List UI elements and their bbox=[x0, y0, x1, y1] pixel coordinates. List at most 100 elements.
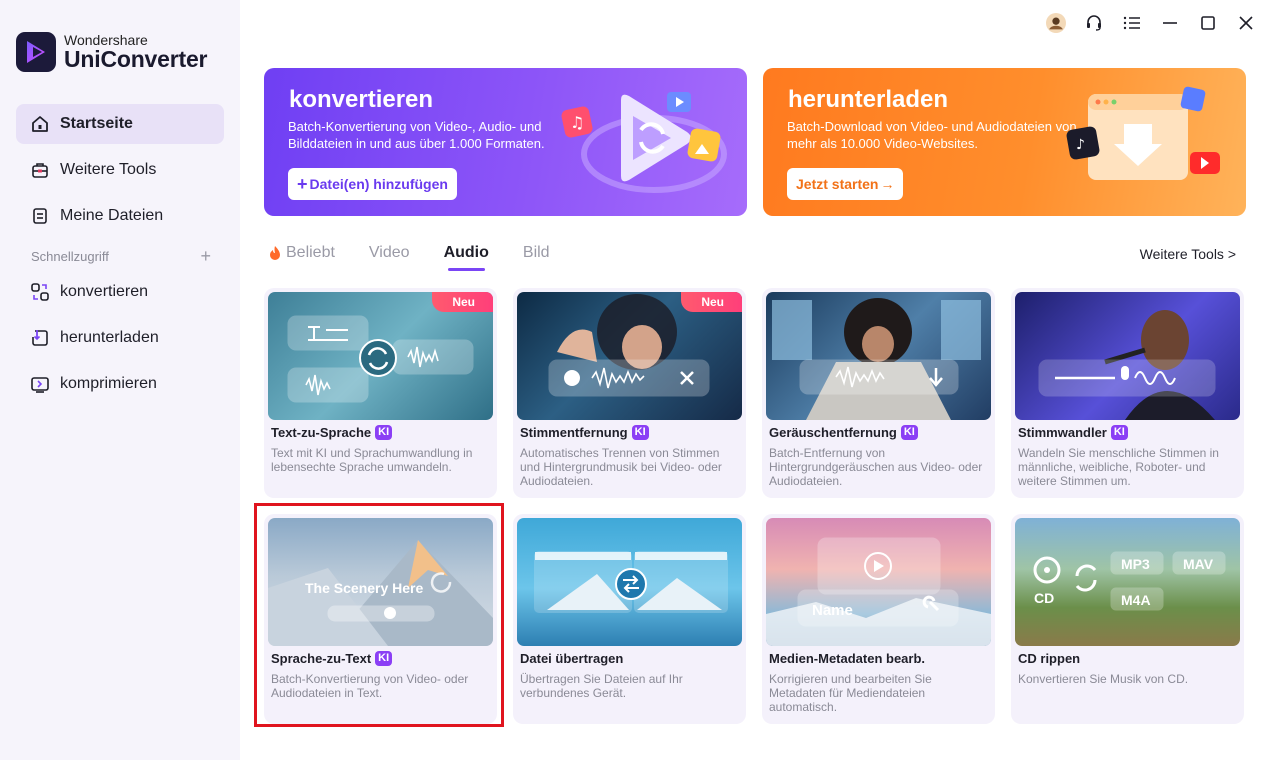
svg-text:♫: ♫ bbox=[570, 113, 584, 132]
card-title-text: Sprache-zu-Text bbox=[271, 651, 372, 666]
ki-badge: KI bbox=[375, 651, 393, 666]
mav-label: MAV bbox=[1183, 556, 1214, 572]
card-title-text: Geräuschentfernung bbox=[769, 425, 897, 440]
m4a-label: M4A bbox=[1121, 592, 1151, 608]
card-title-text: Stimmwandler bbox=[1018, 425, 1107, 440]
sidebar-item-startseite[interactable]: Startseite bbox=[16, 104, 224, 144]
sidebar-item-komprimieren[interactable]: komprimieren bbox=[16, 364, 224, 404]
card-voice-removal[interactable]: Neu Stimmentfernung KI Automatisches Tren… bbox=[513, 288, 746, 498]
card-title-text: CD rippen bbox=[1018, 651, 1081, 666]
tab-label: Video bbox=[368, 244, 410, 261]
file-icon bbox=[30, 206, 50, 226]
tab-label: Audio bbox=[443, 244, 489, 261]
sidebar-item-label: komprimieren bbox=[60, 375, 157, 392]
card-thumbnail: Name bbox=[766, 518, 991, 646]
ki-badge: KI bbox=[900, 425, 918, 440]
fire-icon bbox=[268, 245, 282, 261]
sidebar-item-label: Weitere Tools bbox=[60, 161, 157, 178]
sidebar-item-weitere-tools[interactable]: Weitere Tools bbox=[16, 150, 224, 190]
sidebar-item-label: Meine Dateien bbox=[60, 207, 164, 224]
card-media-metadata[interactable]: Name Medien-Metadaten bearb. Korrigieren… bbox=[762, 514, 995, 724]
tab-audio[interactable]: Audio bbox=[443, 244, 489, 271]
card-description: Batch-Entfernung von Hintergrundgeräusch… bbox=[769, 446, 983, 488]
ki-badge: KI bbox=[1110, 425, 1128, 440]
sidebar-item-konvertieren[interactable]: konvertieren bbox=[16, 272, 224, 312]
toolbox-icon bbox=[30, 160, 50, 180]
convert-banner[interactable]: konvertieren Batch-Konvertierung von Vid… bbox=[264, 68, 747, 216]
download-banner-text: Batch-Download von Video- und Audiodatei… bbox=[787, 119, 1077, 151]
card-voice-changer[interactable]: Stimmwandler KI Wandeln Sie menschliche S… bbox=[1011, 288, 1244, 498]
card-title: Stimmwandler KI bbox=[1018, 425, 1128, 440]
more-tools-link[interactable]: Weitere Tools > bbox=[1140, 246, 1236, 262]
sidebar: Wondershare UniConverter Startseite Weit… bbox=[0, 0, 240, 760]
card-text-to-speech[interactable]: Neu Text-zu-Sprache KI Text mit KI und Sp… bbox=[264, 288, 497, 498]
home-icon bbox=[30, 114, 50, 134]
mp3-label: MP3 bbox=[1121, 556, 1150, 572]
sidebar-item-label: konvertieren bbox=[60, 283, 149, 300]
arrow-right-icon: → bbox=[880, 176, 895, 192]
card-thumbnail: The Scenery Here bbox=[268, 518, 493, 646]
card-cd-rip[interactable]: CD MP3 MAV M4A CD rippen Konvertieren Si… bbox=[1011, 514, 1244, 724]
uniconverter-logo-icon bbox=[16, 32, 56, 72]
card-description: Automatisches Trennen von Stimmen und Hi… bbox=[520, 446, 722, 488]
add-files-button[interactable]: + Datei(en) hinzufügen bbox=[288, 168, 457, 200]
cd-label: CD bbox=[1034, 590, 1055, 606]
card-title: Stimmentfernung KI bbox=[520, 425, 649, 440]
card-title-text: Stimmentfernung bbox=[520, 425, 628, 440]
card-description: Konvertieren Sie Musik von CD. bbox=[1018, 672, 1189, 686]
tab-video[interactable]: Video bbox=[369, 244, 410, 262]
card-title: Text-zu-Sprache KI bbox=[271, 425, 393, 440]
tab-beliebt[interactable]: Beliebt bbox=[268, 244, 335, 262]
card-title: Geräuschentfernung KI bbox=[769, 425, 918, 440]
category-tabs: Beliebt Video Audio Bild bbox=[268, 244, 584, 271]
avatar[interactable] bbox=[1046, 12, 1066, 34]
download-icon bbox=[30, 328, 50, 348]
card-thumbnail bbox=[766, 292, 991, 420]
tab-bild[interactable]: Bild bbox=[523, 244, 550, 262]
card-title: Medien-Metadaten bearb. bbox=[769, 651, 925, 666]
convert-banner-title: konvertieren bbox=[289, 86, 434, 113]
new-badge: Neu bbox=[432, 292, 493, 312]
card-title-text: Medien-Metadaten bearb. bbox=[769, 651, 926, 666]
sidebar-item-meine-dateien[interactable]: Meine Dateien bbox=[16, 196, 224, 236]
card-title-text: Datei übertragen bbox=[520, 651, 624, 666]
plus-icon: + bbox=[297, 173, 308, 194]
card-thumbnail: CD MP3 MAV M4A bbox=[1015, 518, 1240, 646]
minimize-icon[interactable] bbox=[1160, 12, 1180, 34]
tab-label: Bild bbox=[522, 244, 550, 261]
convert-banner-text: Batch-Konvertierung von Video-, Audio- u… bbox=[288, 119, 545, 151]
convert-icon bbox=[30, 282, 50, 302]
brand-top: Wondershare bbox=[64, 32, 148, 48]
quick-access-header: Schnellzugriff + bbox=[31, 247, 211, 265]
brand-name: UniConverter bbox=[64, 46, 208, 72]
card-title-text: Text-zu-Sprache bbox=[271, 425, 372, 440]
tab-label: Beliebt bbox=[286, 244, 335, 261]
download-banner[interactable]: herunterladen Batch-Download von Video- … bbox=[763, 68, 1246, 216]
card-thumbnail bbox=[1015, 292, 1240, 420]
card-description: Wandeln Sie menschliche Stimmen in männl… bbox=[1018, 446, 1219, 488]
card-title: CD rippen bbox=[1018, 651, 1080, 666]
headset-icon[interactable] bbox=[1084, 12, 1104, 34]
new-badge: Neu bbox=[681, 292, 742, 312]
thumbnail-caption: The Scenery Here bbox=[305, 580, 424, 596]
card-title: Datei übertragen bbox=[520, 651, 623, 666]
card-speech-to-text[interactable]: The Scenery Here Sprache-zu-Text KI Batch… bbox=[264, 514, 497, 724]
card-description: Korrigieren und bearbeiten Sie Metadaten… bbox=[769, 672, 932, 714]
ki-badge: KI bbox=[631, 425, 649, 440]
card-title: Sprache-zu-Text KI bbox=[271, 651, 393, 666]
maximize-icon[interactable] bbox=[1198, 12, 1218, 34]
card-file-transfer[interactable]: Datei übertragen Übertragen Sie Dateien … bbox=[513, 514, 746, 724]
add-quick-access-button[interactable]: + bbox=[200, 247, 211, 265]
card-noise-removal[interactable]: Geräuschentfernung KI Batch-Entfernung vo… bbox=[762, 288, 995, 498]
close-icon[interactable] bbox=[1236, 12, 1256, 34]
card-description: Übertragen Sie Dateien auf Ihr verbunden… bbox=[520, 672, 683, 700]
sidebar-item-herunterladen[interactable]: herunterladen bbox=[16, 318, 224, 358]
thumbnail-caption: Name bbox=[812, 602, 853, 619]
ki-badge: KI bbox=[375, 425, 393, 440]
menu-icon[interactable] bbox=[1122, 12, 1142, 34]
start-now-button[interactable]: Jetzt starten → bbox=[787, 168, 904, 200]
compress-icon bbox=[30, 374, 50, 394]
download-illustration-icon: ♪ bbox=[1058, 80, 1228, 213]
sidebar-item-label: Startseite bbox=[60, 115, 133, 132]
start-now-label: Jetzt starten bbox=[796, 176, 879, 192]
